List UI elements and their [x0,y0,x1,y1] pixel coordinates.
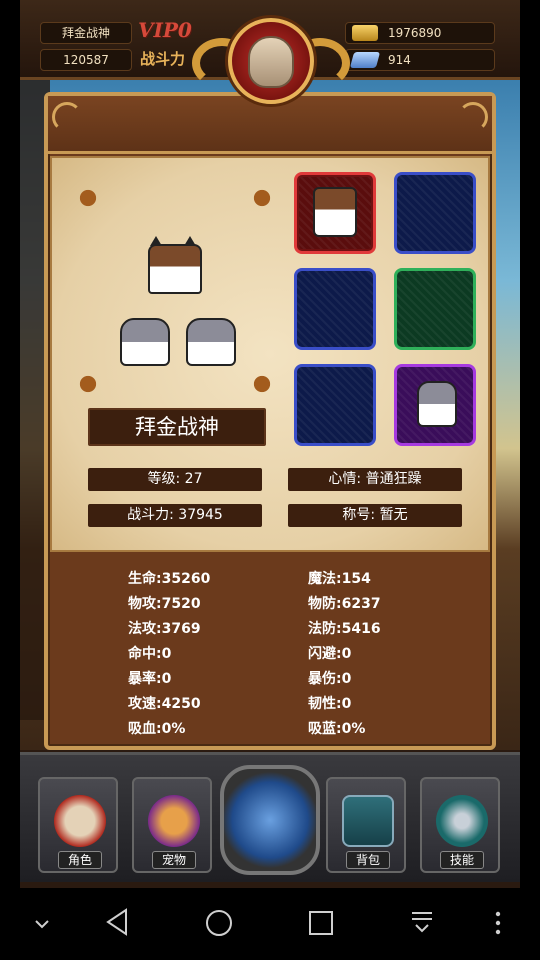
gem-icon [349,52,381,68]
back-icon[interactable] [104,908,130,936]
stat-mana-steal: 吸蓝:0% [308,721,366,737]
stat-magic-atk: 法攻:3769 [128,621,201,637]
pet-slot-4[interactable] [394,268,476,350]
gem-counter[interactable]: 914 [345,49,495,71]
vip-badge[interactable]: VIP0 [138,18,192,42]
pet-power: 战斗力: 37945 [88,504,262,527]
more-icon[interactable] [494,910,502,936]
stat-dodge: 闪避:0 [308,646,352,662]
power-label: 战斗力 [140,50,186,68]
helmet-face-icon [248,36,294,88]
panel-header [48,96,492,154]
bottom-dock: 角色 宠物 背包 技能 [20,752,520,882]
system-nav-bar [0,888,540,960]
hamster-pet-icon[interactable] [184,314,240,370]
stats-panel: 生命:35260 物攻:7520 法攻:3769 命中:0 暴率:0 攻速:42… [48,554,492,746]
stat-magic-def: 法防:5416 [308,621,381,637]
stat-toughness: 韧性:0 [308,696,352,712]
paw-ornament-icon [74,370,102,398]
gold-bars-icon [352,25,378,41]
stat-crit-rate: 暴率:0 [128,671,172,687]
game-screen: 拜金战神 120587 VIP0 战斗力 1976890 914 拜金战神 等级… [20,0,520,888]
bag-button[interactable]: 背包 [326,777,406,873]
pet-button[interactable]: 宠物 [132,777,212,873]
hero-avatar[interactable] [228,18,314,104]
pet-slot-2[interactable] [394,172,476,254]
sword-icon [436,795,488,847]
cat-pet-icon[interactable] [144,236,206,298]
center-shield-button[interactable] [220,765,320,875]
hamster-icon [417,381,457,427]
paw-ornament-icon [248,184,276,212]
stat-lifesteal: 吸血:0% [128,721,186,737]
hamster-pet-icon[interactable] [118,314,174,370]
chevron-down-icon[interactable] [34,918,50,930]
role-label: 角色 [58,851,102,869]
pet-slot-5[interactable] [294,364,376,446]
role-button[interactable]: 角色 [38,777,118,873]
stat-phys-atk: 物攻:7520 [128,596,201,612]
ornament-icon [52,102,82,132]
ornament-icon [458,102,488,132]
cat-icon [313,187,357,237]
pet-name: 拜金战神 [88,408,266,446]
pet-panel: 拜金战神 等级: 27 心情: 普通狂躁 战斗力: 37945 称号: 暂无 生… [44,92,496,750]
pet-parchment: 拜金战神 等级: 27 心情: 普通狂躁 战斗力: 37945 称号: 暂无 [50,156,490,552]
pet-slot-6[interactable] [394,364,476,446]
stat-mana: 魔法:154 [308,571,371,587]
skill-label: 技能 [440,851,484,869]
stat-crit-dmg: 暴伤:0 [308,671,352,687]
gem-value: 914 [388,53,411,67]
stat-phys-def: 物防:6237 [308,596,381,612]
stat-hp: 生命:35260 [128,571,211,587]
player-id: 120587 [40,49,132,71]
home-icon[interactable] [204,908,234,938]
gold-counter[interactable]: 1976890 [345,22,495,44]
skill-button[interactable]: 技能 [420,777,500,873]
stat-hit: 命中:0 [128,646,172,662]
chest-icon [342,795,394,847]
player-name: 拜金战神 [40,22,132,44]
pet-label: 宠物 [152,851,196,869]
paw-ornament-icon [74,184,102,212]
stat-atk-speed: 攻速:4250 [128,696,201,712]
notifications-pull-icon[interactable] [410,910,434,936]
paw-ornament-icon [248,370,276,398]
recents-icon[interactable] [308,910,334,936]
pet-slot-3[interactable] [294,268,376,350]
pet-title: 称号: 暂无 [288,504,462,527]
bag-label: 背包 [346,851,390,869]
pet-slot-1[interactable] [294,172,376,254]
pet-mood: 心情: 普通狂躁 [288,468,462,491]
pet-mask-icon [148,795,200,847]
gold-value: 1976890 [388,26,442,40]
helmet-icon [54,795,106,847]
pet-level: 等级: 27 [88,468,262,491]
